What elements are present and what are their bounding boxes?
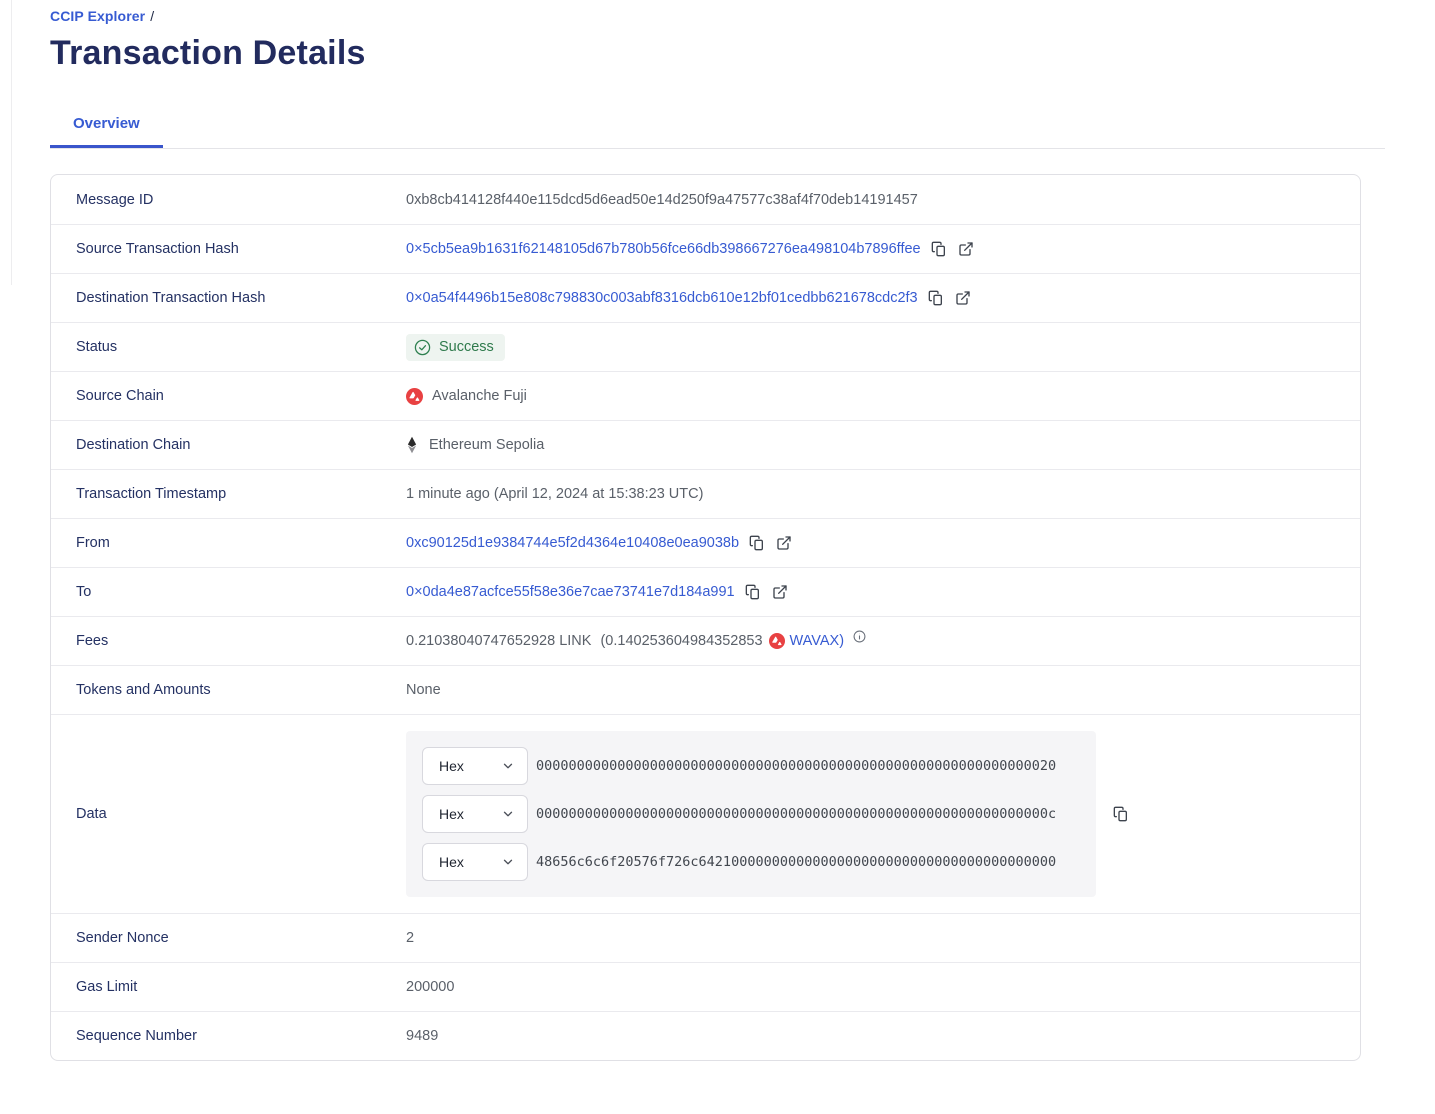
external-link-icon[interactable]	[771, 583, 789, 601]
destination-tx-hash-link[interactable]: 0×0a54f4496b15e808c798830c003abf8316dcb6…	[406, 290, 918, 306]
encoding-select-value: Hex	[439, 806, 464, 822]
info-icon[interactable]	[853, 630, 866, 643]
copy-icon[interactable]	[744, 583, 762, 601]
from-address-link[interactable]: 0xc90125d1e9384744e5f2d4364e10408e0ea903…	[406, 535, 739, 551]
table-row-to: To 0×0da4e87acfce55f58e36e7cae73741e7d18…	[51, 567, 1360, 616]
fees-wavax-token-link[interactable]: WAVAX)	[790, 633, 845, 649]
table-row-timestamp: Transaction Timestamp 1 minute ago (Apri…	[51, 469, 1360, 518]
source-tx-hash-link[interactable]: 0×5cb5ea9b1631f62148105d67b780b56fce66db…	[406, 241, 921, 257]
source-tx-hash-label: Source Transaction Hash	[76, 241, 406, 257]
encoding-select-value: Hex	[439, 854, 464, 870]
status-badge: Success	[406, 334, 505, 361]
to-address-link[interactable]: 0×0da4e87acfce55f58e36e7cae73741e7d184a9…	[406, 584, 735, 600]
encoding-select[interactable]: Hex	[422, 795, 528, 833]
tokens-and-amounts-value: None	[406, 682, 441, 698]
copy-icon[interactable]	[1112, 805, 1130, 823]
external-link-icon[interactable]	[957, 240, 975, 258]
data-hex-line: Hex 000000000000000000000000000000000000…	[422, 795, 1080, 833]
copy-icon[interactable]	[927, 289, 945, 307]
table-row-sequence-number: Sequence Number 9489	[51, 1011, 1360, 1060]
sender-nonce-value: 2	[406, 930, 414, 946]
external-link-icon[interactable]	[954, 289, 972, 307]
chevron-down-icon	[501, 759, 515, 773]
transaction-details-page: CCIP Explorer / Transaction Details Overv…	[0, 0, 1435, 1061]
sender-nonce-label: Sender Nonce	[76, 930, 406, 946]
table-row-gas-limit: Gas Limit 200000	[51, 962, 1360, 1011]
tab-bar: Overview	[50, 115, 1385, 149]
page-title: Transaction Details	[50, 34, 1385, 73]
gas-limit-value: 200000	[406, 979, 454, 995]
left-edge-divider	[11, 0, 12, 285]
data-hex-value: 48656c6c6f20576f726c64210000000000000000…	[536, 854, 1056, 870]
table-row-destination-chain: Destination Chain Ethereum Sepolia	[51, 420, 1360, 469]
table-row-source-tx-hash: Source Transaction Hash 0×5cb5ea9b1631f6…	[51, 224, 1360, 273]
message-id-label: Message ID	[76, 192, 406, 208]
timestamp-value: 1 minute ago (April 12, 2024 at 15:38:23…	[406, 486, 703, 502]
fees-link-amount: 0.21038040747652928 LINK	[406, 633, 591, 649]
destination-chain-value: Ethereum Sepolia	[429, 437, 544, 453]
chevron-down-icon	[501, 855, 515, 869]
copy-icon[interactable]	[748, 534, 766, 552]
avalanche-icon	[406, 388, 423, 405]
status-badge-text: Success	[439, 339, 494, 355]
table-row-destination-tx-hash: Destination Transaction Hash 0×0a54f4496…	[51, 273, 1360, 322]
data-hex-line: Hex 48656c6c6f20576f726c6421000000000000…	[422, 843, 1080, 881]
data-label: Data	[76, 806, 406, 822]
transaction-details-card: Message ID 0xb8cb414128f440e115dcd5d6ead…	[50, 174, 1361, 1061]
table-row-from: From 0xc90125d1e9384744e5f2d4364e10408e0…	[51, 518, 1360, 567]
encoding-select-value: Hex	[439, 758, 464, 774]
fees-native-amount: (0.140253604984352853	[600, 633, 762, 649]
breadcrumb-link-ccip-explorer[interactable]: CCIP Explorer	[50, 8, 145, 24]
timestamp-label: Transaction Timestamp	[76, 486, 406, 502]
data-hex-value: 0000000000000000000000000000000000000000…	[536, 758, 1056, 774]
from-label: From	[76, 535, 406, 551]
data-hex-panel: Hex 000000000000000000000000000000000000…	[406, 731, 1096, 897]
message-id-value: 0xb8cb414128f440e115dcd5d6ead50e14d250f9…	[406, 192, 918, 208]
check-circle-icon	[414, 339, 431, 356]
copy-icon[interactable]	[930, 240, 948, 258]
breadcrumb: CCIP Explorer /	[50, 8, 1385, 24]
status-label: Status	[76, 339, 406, 355]
sequence-number-value: 9489	[406, 1028, 438, 1044]
source-chain-label: Source Chain	[76, 388, 406, 404]
gas-limit-label: Gas Limit	[76, 979, 406, 995]
fees-label: Fees	[76, 633, 406, 649]
encoding-select[interactable]: Hex	[422, 843, 528, 881]
encoding-select[interactable]: Hex	[422, 747, 528, 785]
table-row-sender-nonce: Sender Nonce 2	[51, 913, 1360, 962]
external-link-icon[interactable]	[775, 534, 793, 552]
to-label: To	[76, 584, 406, 600]
table-row-message-id: Message ID 0xb8cb414128f440e115dcd5d6ead…	[51, 175, 1360, 224]
table-row-tokens-and-amounts: Tokens and Amounts None	[51, 665, 1360, 714]
table-row-data: Data Hex 0000000000000000000000000000000…	[51, 714, 1360, 913]
ethereum-icon	[406, 436, 420, 454]
table-row-status: Status Success	[51, 322, 1360, 371]
destination-tx-hash-label: Destination Transaction Hash	[76, 290, 406, 306]
destination-chain-label: Destination Chain	[76, 437, 406, 453]
source-chain-value: Avalanche Fuji	[432, 388, 527, 404]
tokens-and-amounts-label: Tokens and Amounts	[76, 682, 406, 698]
breadcrumb-separator: /	[150, 8, 154, 24]
chevron-down-icon	[501, 807, 515, 821]
data-hex-value: 0000000000000000000000000000000000000000…	[536, 806, 1056, 822]
tab-overview[interactable]: Overview	[50, 115, 163, 148]
sequence-number-label: Sequence Number	[76, 1028, 406, 1044]
avalanche-icon	[769, 633, 785, 649]
data-hex-line: Hex 000000000000000000000000000000000000…	[422, 747, 1080, 785]
table-row-fees: Fees 0.21038040747652928 LINK (0.1402536…	[51, 616, 1360, 665]
table-row-source-chain: Source Chain Avalanche Fuji	[51, 371, 1360, 420]
